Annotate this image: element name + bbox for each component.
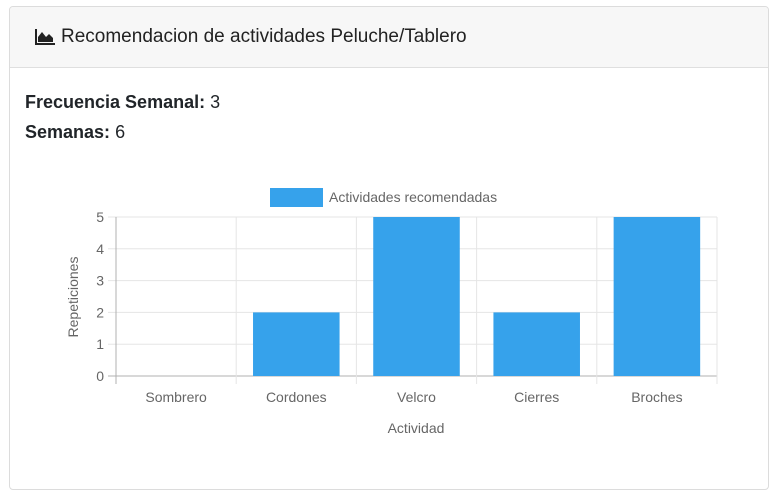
y-tick-label: 5 <box>96 209 104 225</box>
bar[interactable] <box>613 217 701 376</box>
x-tick-label: Velcro <box>397 389 436 405</box>
y-tick-label: 3 <box>96 273 104 289</box>
x-tick-label: Sombrero <box>145 389 207 405</box>
y-tick-label: 2 <box>96 304 104 320</box>
y-tick-label: 0 <box>96 368 104 384</box>
y-tick-label: 1 <box>96 336 104 352</box>
bar[interactable] <box>253 312 340 376</box>
y-tick-label: 4 <box>96 241 104 257</box>
y-axis-title: Repeticiones <box>65 257 81 338</box>
legend[interactable]: Actividades recomendadas <box>270 188 497 207</box>
bar[interactable] <box>373 217 460 376</box>
x-tick-label: Cierres <box>514 389 559 405</box>
bar[interactable] <box>493 312 580 376</box>
bar-chart: 0 1 2 3 4 5 Sombrero Cordones Velcro Cierres Broch… <box>65 188 718 436</box>
legend-swatch <box>270 188 323 207</box>
legend-label: Actividades recomendadas <box>329 189 497 205</box>
x-tick-label: Cordones <box>266 389 327 405</box>
x-axis-title: Actividad <box>388 420 445 436</box>
x-tick-label: Broches <box>631 389 682 405</box>
